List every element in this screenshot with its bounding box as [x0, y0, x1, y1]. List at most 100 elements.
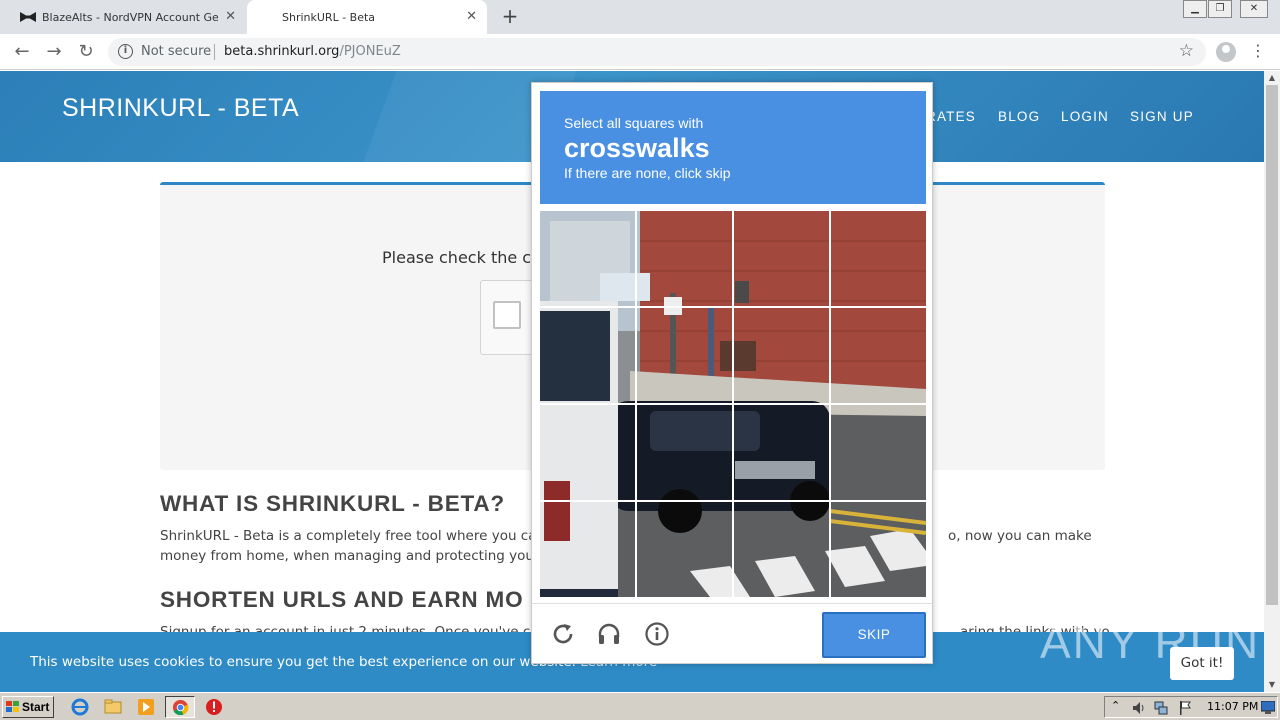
- bowtie-icon: [20, 12, 36, 22]
- tile-image: [734, 502, 829, 597]
- tab-blazealts[interactable]: BlazeAlts - NordVPN Account Genera ✕: [0, 0, 246, 34]
- tile-image: [540, 502, 635, 597]
- system-tray: ⌃ 11:07 PM: [1104, 696, 1278, 718]
- tile-image: [637, 405, 732, 500]
- windows-flag-icon: [6, 701, 19, 712]
- tab-shrinkurl[interactable]: ShrinkURL - Beta ✕: [247, 0, 487, 34]
- challenge-tile[interactable]: [637, 502, 732, 597]
- flag-icon[interactable]: [1177, 700, 1193, 716]
- url-host: beta.shrinkurl.org: [224, 44, 340, 59]
- challenge-instruction: Select all squares with: [564, 115, 704, 131]
- challenge-tile[interactable]: [637, 308, 732, 403]
- tile-image: [734, 308, 829, 403]
- tile-image: [540, 405, 635, 500]
- show-desktop-icon[interactable]: [1261, 701, 1275, 714]
- tile-image: [734, 405, 829, 500]
- tab-title: ShrinkURL - Beta: [282, 10, 376, 24]
- back-button[interactable]: ←: [10, 41, 34, 65]
- clock: 11:07 PM: [1207, 700, 1259, 713]
- challenge-hint: If there are none, click skip: [564, 165, 731, 181]
- tile-image: [831, 502, 926, 597]
- divider: [214, 44, 215, 60]
- section-text: o, now you can make: [948, 528, 1092, 544]
- info-icon[interactable]: [644, 621, 670, 647]
- audio-icon[interactable]: [596, 621, 622, 647]
- tray-expand-icon[interactable]: ⌃: [1111, 699, 1120, 712]
- challenge-tile[interactable]: [637, 211, 732, 306]
- challenge-tile[interactable]: [734, 308, 829, 403]
- challenge-tile[interactable]: [540, 502, 635, 597]
- menu-dots-icon[interactable]: ⋮: [1250, 41, 1266, 60]
- tile-image: [734, 211, 829, 306]
- skip-button[interactable]: SKIP: [822, 612, 926, 658]
- challenge-header: Select all squares with crosswalks If th…: [540, 91, 926, 204]
- new-tab-button[interactable]: +: [498, 4, 522, 28]
- nav-rates[interactable]: RATES: [926, 109, 976, 124]
- section-text: ShrinkURL - Beta is a completely free to…: [160, 528, 546, 544]
- address-bar[interactable]: i Not secure beta.shrinkurl.org/PJONEuZ …: [108, 38, 1206, 66]
- forward-button[interactable]: →: [42, 41, 66, 65]
- tile-image: [540, 211, 635, 306]
- challenge-tile[interactable]: [540, 211, 635, 306]
- tile-image: [831, 308, 926, 403]
- nav-sign-up[interactable]: SIGN UP: [1130, 109, 1194, 124]
- internet-explorer-icon[interactable]: [71, 698, 89, 716]
- browser-toolbar: ← → ↻ i Not secure beta.shrinkurl.org/PJ…: [0, 34, 1280, 70]
- reload-icon[interactable]: [550, 621, 576, 647]
- chrome-icon: [172, 699, 189, 716]
- tile-image: [540, 308, 635, 403]
- tile-image: [831, 211, 926, 306]
- nav-blog[interactable]: BLOG: [998, 109, 1040, 124]
- tab-strip: BlazeAlts - NordVPN Account Genera ✕ Shr…: [0, 0, 1280, 34]
- minimize-button[interactable]: ▁: [1183, 0, 1207, 18]
- challenge-tile[interactable]: [540, 308, 635, 403]
- network-icon[interactable]: [1153, 700, 1169, 716]
- challenge-tile[interactable]: [831, 211, 926, 306]
- restore-button[interactable]: ❐: [1208, 0, 1232, 18]
- challenge-tile[interactable]: [637, 405, 732, 500]
- challenge-tile[interactable]: [734, 211, 829, 306]
- url-path: /PJONEuZ: [339, 44, 401, 59]
- recaptcha-challenge: Select all squares with crosswalks If th…: [531, 82, 933, 664]
- info-icon[interactable]: i: [118, 44, 133, 59]
- site-brand[interactable]: SHRINKURL - BETA: [62, 94, 299, 123]
- folder-icon[interactable]: [104, 698, 122, 716]
- window-close-button[interactable]: ✕: [1240, 0, 1268, 18]
- scroll-up-arrow[interactable]: ▲: [1264, 71, 1280, 85]
- section-text: money from home, when managing and prote…: [160, 548, 560, 564]
- taskbar: Start ⌃ 11:07 PM: [0, 692, 1280, 720]
- taskbar-chrome-button[interactable]: [165, 696, 195, 718]
- speaker-icon[interactable]: [1131, 700, 1147, 716]
- stop-icon[interactable]: [205, 698, 223, 716]
- close-icon[interactable]: ✕: [225, 9, 236, 24]
- start-button[interactable]: Start: [2, 696, 54, 718]
- media-player-icon[interactable]: [137, 698, 155, 716]
- section-heading-shorten: SHORTEN URLS AND EARN MO: [160, 587, 524, 612]
- close-icon[interactable]: ✕: [466, 9, 477, 24]
- challenge-image-grid: [540, 211, 926, 597]
- challenge-object: crosswalks: [564, 133, 710, 163]
- watermark-text: ANY RUN: [1040, 616, 1261, 668]
- challenge-tile[interactable]: [831, 308, 926, 403]
- recaptcha-checkbox[interactable]: [493, 301, 521, 329]
- scrollbar[interactable]: ▲ ▼: [1264, 71, 1280, 692]
- star-icon[interactable]: ☆: [1179, 41, 1194, 61]
- nav-login[interactable]: LOGIN: [1061, 109, 1109, 124]
- challenge-tile[interactable]: [734, 405, 829, 500]
- start-label: Start: [22, 700, 50, 714]
- url-text[interactable]: beta.shrinkurl.org/PJONEuZ: [224, 44, 401, 59]
- profile-avatar[interactable]: [1216, 42, 1236, 62]
- challenge-tile[interactable]: [540, 405, 635, 500]
- tile-image: [831, 405, 926, 500]
- challenge-tile[interactable]: [831, 405, 926, 500]
- challenge-tile[interactable]: [831, 502, 926, 597]
- reload-button[interactable]: ↻: [74, 41, 98, 65]
- scroll-down-arrow[interactable]: ▼: [1264, 678, 1280, 692]
- tile-image: [637, 502, 732, 597]
- tab-title: BlazeAlts - NordVPN Account Genera: [42, 10, 218, 24]
- tile-image: [637, 308, 732, 403]
- tile-image: [637, 211, 732, 306]
- challenge-tile[interactable]: [734, 502, 829, 597]
- card-message: Please check the ca: [382, 248, 541, 267]
- scroll-thumb[interactable]: [1266, 85, 1278, 605]
